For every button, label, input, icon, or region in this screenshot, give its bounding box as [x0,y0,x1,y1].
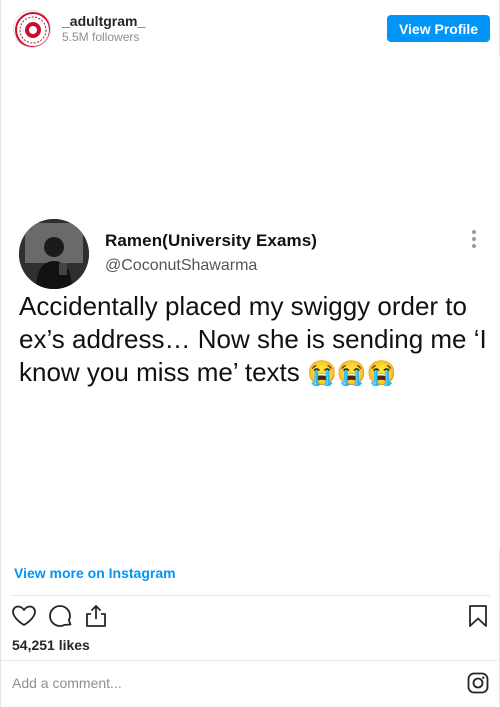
instagram-embed: _adultgram_ 5.5M followers View Profile … [0,0,500,707]
crying-emoji-group: 😭😭😭 [307,360,397,387]
post-header: _adultgram_ 5.5M followers View Profile [1,0,500,56]
tweet-avatar [19,219,89,289]
heart-icon[interactable] [10,602,38,630]
profile-username[interactable]: _adultgram_ [62,13,145,29]
view-more-link[interactable]: View more on Instagram [14,565,176,581]
like-count[interactable]: 54,251 likes [12,637,90,653]
view-profile-button[interactable]: View Profile [387,15,490,42]
instagram-icon[interactable] [467,672,489,694]
post-media[interactable]: Ramen(University Exams) @CoconutShawarma… [1,56,500,550]
divider [12,595,490,596]
profile-avatar[interactable] [13,10,51,48]
comment-input[interactable] [12,672,442,694]
profile-badge-icon [15,12,50,47]
tweet-author-handle: @CoconutShawarma [105,257,258,274]
person-photo-icon [19,219,89,289]
divider [1,660,500,661]
follower-count: 5.5M followers [62,30,140,44]
more-vertical-icon [467,228,481,250]
tweet-author-name: Ramen(University Exams) [105,231,318,250]
tweet-text: Accidentally placed my swiggy order to e… [19,290,491,390]
comment-bubble-icon[interactable] [46,602,74,630]
tweet-text-content: Accidentally placed my swiggy order to e… [19,291,487,387]
bookmark-icon[interactable] [464,602,492,630]
share-icon[interactable] [82,602,110,630]
